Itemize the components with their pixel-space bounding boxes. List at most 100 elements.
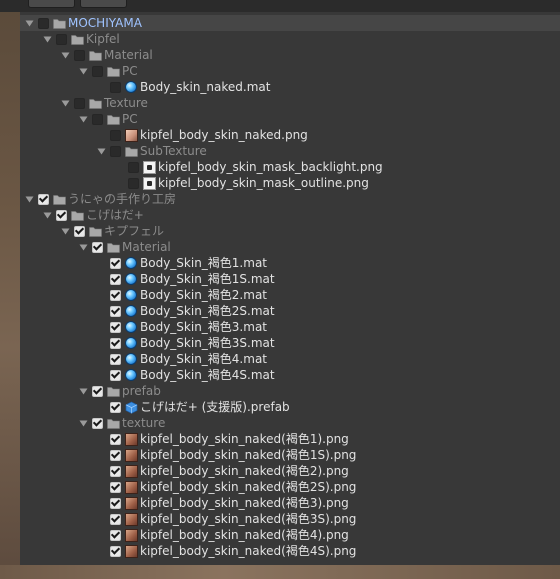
tree-row-label: kipfel_body_skin_mask_outline.png xyxy=(158,176,369,190)
include-checkbox[interactable] xyxy=(92,385,103,397)
tree-row[interactable]: Material xyxy=(20,239,560,255)
include-checkbox[interactable] xyxy=(128,161,139,173)
expand-arrow-icon[interactable] xyxy=(79,115,88,124)
include-checkbox[interactable] xyxy=(110,481,121,493)
include-checkbox[interactable] xyxy=(110,465,121,477)
arrow-spacer xyxy=(97,483,106,492)
include-checkbox[interactable] xyxy=(128,177,139,189)
tree-row[interactable]: Kipfel xyxy=(20,31,560,47)
tree-row[interactable]: kipfel_body_skin_mask_backlight.png xyxy=(20,159,560,175)
expand-arrow-icon[interactable] xyxy=(43,211,52,220)
expand-arrow-icon[interactable] xyxy=(79,243,88,252)
include-checkbox[interactable] xyxy=(74,225,85,237)
arrow-spacer xyxy=(115,179,124,188)
expand-arrow-icon[interactable] xyxy=(61,99,70,108)
include-checkbox[interactable] xyxy=(110,497,121,509)
include-checkbox[interactable] xyxy=(92,113,103,125)
include-checkbox[interactable] xyxy=(110,449,121,461)
expand-arrow-icon[interactable] xyxy=(79,67,88,76)
tree-row[interactable]: kipfel_body_skin_mask_outline.png xyxy=(20,175,560,191)
toolbar-button-left[interactable] xyxy=(28,0,75,8)
tree-row[interactable]: Body_Skin_褐色1S.mat xyxy=(20,271,560,287)
scene-view-background xyxy=(0,0,20,579)
tree-row-label: kipfel_body_skin_naked(褐色2).png xyxy=(140,464,349,478)
tree-row[interactable]: texture xyxy=(20,415,560,431)
tree-row[interactable]: こげはだ+ xyxy=(20,207,560,223)
arrow-spacer xyxy=(97,307,106,316)
include-checkbox[interactable] xyxy=(38,17,49,29)
arrow-spacer xyxy=(97,291,106,300)
tree-row[interactable]: こげはだ+ (支援版).prefab xyxy=(20,399,560,415)
tree-row[interactable]: Material xyxy=(20,47,560,63)
include-checkbox[interactable] xyxy=(92,417,103,429)
tree-row-label: kipfel_body_skin_naked(褐色2S).png xyxy=(140,480,357,494)
texture-dark-icon xyxy=(124,496,138,510)
tree-row[interactable]: Texture xyxy=(20,95,560,111)
include-checkbox[interactable] xyxy=(110,129,121,141)
expand-arrow-icon[interactable] xyxy=(79,387,88,396)
tree-row[interactable]: Body_Skin_褐色2.mat xyxy=(20,287,560,303)
tree-row[interactable]: kipfel_body_skin_naked(褐色2).png xyxy=(20,463,560,479)
include-checkbox[interactable] xyxy=(110,353,121,365)
include-checkbox[interactable] xyxy=(92,65,103,77)
expand-arrow-icon[interactable] xyxy=(25,195,34,204)
expand-arrow-icon[interactable] xyxy=(79,419,88,428)
include-checkbox[interactable] xyxy=(74,97,85,109)
include-checkbox[interactable] xyxy=(110,337,121,349)
tree-row[interactable]: Body_Skin_褐色3.mat xyxy=(20,319,560,335)
tree-row[interactable]: kipfel_body_skin_naked(褐色4S).png xyxy=(20,543,560,559)
include-checkbox[interactable] xyxy=(110,401,121,413)
tree-row[interactable]: PC xyxy=(20,63,560,79)
material-icon xyxy=(124,288,138,302)
arrow-spacer xyxy=(97,259,106,268)
include-checkbox[interactable] xyxy=(110,545,121,557)
tree-row[interactable]: kipfel_body_skin_naked(褐色1).png xyxy=(20,431,560,447)
include-checkbox[interactable] xyxy=(110,305,121,317)
scene-view-bottom xyxy=(0,565,560,579)
include-checkbox[interactable] xyxy=(56,33,67,45)
include-checkbox[interactable] xyxy=(110,289,121,301)
folder-icon xyxy=(88,224,102,238)
include-checkbox[interactable] xyxy=(92,241,103,253)
expand-arrow-icon[interactable] xyxy=(97,147,106,156)
tree-row[interactable]: prefab xyxy=(20,383,560,399)
tree-row-label: Body_Skin_褐色1S.mat xyxy=(140,272,275,286)
tree-row[interactable]: kipfel_body_skin_naked(褐色3S).png xyxy=(20,511,560,527)
tree-row[interactable]: Body_Skin_褐色1.mat xyxy=(20,255,560,271)
tree-row[interactable]: キプフェル xyxy=(20,223,560,239)
tree-row[interactable]: PC xyxy=(20,111,560,127)
tree-row[interactable]: Body_Skin_褐色2S.mat xyxy=(20,303,560,319)
include-checkbox[interactable] xyxy=(110,529,121,541)
expand-arrow-icon[interactable] xyxy=(61,51,70,60)
include-checkbox[interactable] xyxy=(74,49,85,61)
tree-row[interactable]: kipfel_body_skin_naked(褐色2S).png xyxy=(20,479,560,495)
import-package-tree: MOCHIYAMA Kipfel Material PC Body_skin_naked… xyxy=(20,12,560,565)
include-checkbox[interactable] xyxy=(110,257,121,269)
include-checkbox[interactable] xyxy=(38,193,49,205)
arrow-spacer xyxy=(97,467,106,476)
tree-row[interactable]: kipfel_body_skin_naked(褐色1S).png xyxy=(20,447,560,463)
tree-row[interactable]: Body_Skin_褐色4S.mat xyxy=(20,367,560,383)
expand-arrow-icon[interactable] xyxy=(61,227,70,236)
expand-arrow-icon[interactable] xyxy=(25,19,34,28)
include-checkbox[interactable] xyxy=(110,369,121,381)
tree-row[interactable]: kipfel_body_skin_naked(褐色3).png xyxy=(20,495,560,511)
tree-row[interactable]: うにゃの手作り工房 xyxy=(20,191,560,207)
include-checkbox[interactable] xyxy=(110,81,121,93)
tree-row[interactable]: SubTexture xyxy=(20,143,560,159)
tree-row[interactable]: Body_skin_naked.mat xyxy=(20,79,560,95)
toolbar-button-right[interactable] xyxy=(80,0,127,8)
tree-row[interactable]: kipfel_body_skin_naked.png xyxy=(20,127,560,143)
include-checkbox[interactable] xyxy=(56,209,67,221)
include-checkbox[interactable] xyxy=(110,433,121,445)
include-checkbox[interactable] xyxy=(110,273,121,285)
tree-row[interactable]: kipfel_body_skin_naked(褐色4).png xyxy=(20,527,560,543)
tree-row-label: こげはだ+ (支援版).prefab xyxy=(140,400,290,414)
tree-row[interactable]: Body_Skin_褐色3S.mat xyxy=(20,335,560,351)
include-checkbox[interactable] xyxy=(110,513,121,525)
include-checkbox[interactable] xyxy=(110,321,121,333)
expand-arrow-icon[interactable] xyxy=(43,35,52,44)
tree-row[interactable]: Body_Skin_褐色4.mat xyxy=(20,351,560,367)
tree-row[interactable]: MOCHIYAMA xyxy=(20,15,560,31)
include-checkbox[interactable] xyxy=(110,145,121,157)
